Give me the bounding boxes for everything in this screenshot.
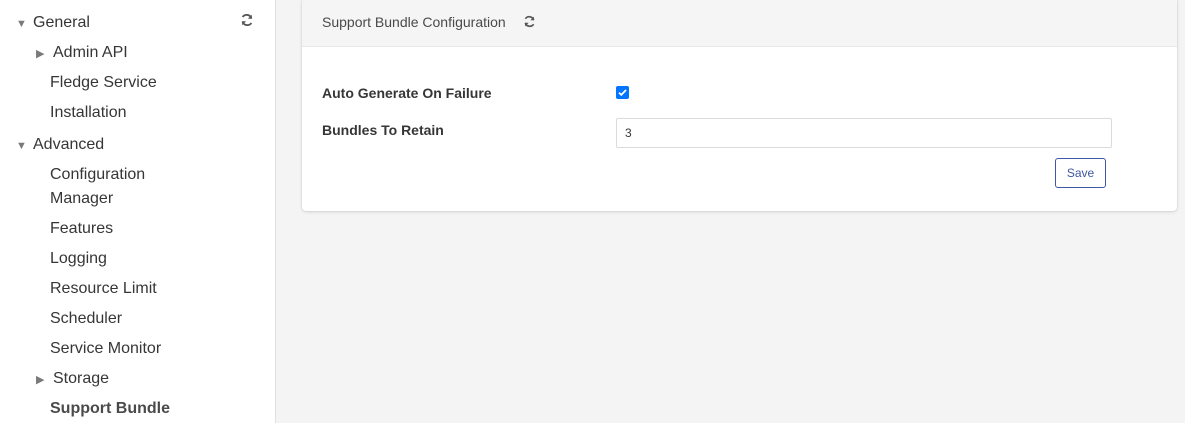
caret-down-icon: ▼ (16, 18, 27, 30)
bundles-to-retain-input[interactable] (616, 118, 1112, 148)
tree-item-resource-limit[interactable]: Resource Limit (50, 279, 157, 299)
tree-item-support-bundle[interactable]: Support Bundle (50, 399, 170, 419)
tree-item-service-monitor[interactable]: Service Monitor (50, 339, 161, 359)
card-title: Support Bundle Configuration (322, 14, 506, 30)
tree-item-label: General (33, 14, 90, 31)
tree-item-label: Fledge Service (50, 74, 157, 91)
tree-item-label: Storage (53, 370, 110, 387)
caret-right-icon: ▶ (36, 48, 45, 60)
tree-item-installation[interactable]: Installation (50, 103, 127, 123)
tree-item-configuration-manager-line2[interactable]: Manager (50, 189, 113, 209)
tree-item-label: Installation (50, 104, 127, 121)
auto-generate-label: Auto Generate On Failure (322, 85, 492, 101)
tree-item-logging[interactable]: Logging (50, 249, 107, 269)
save-button[interactable]: Save (1055, 158, 1106, 188)
refresh-icon[interactable] (240, 13, 254, 27)
sidebar: ▼ General ▶ Admin API Fledge Service Insta… (0, 0, 276, 423)
tree-item-label: Features (50, 220, 114, 237)
tree-item-label: Admin API (53, 44, 128, 61)
refresh-icon[interactable] (523, 15, 536, 28)
tree-item-label: Manager (50, 190, 114, 207)
caret-right-icon: ▶ (36, 374, 45, 386)
tree-item-fledge-service[interactable]: Fledge Service (50, 73, 157, 93)
tree-item-general[interactable]: ▼ General (16, 13, 90, 34)
tree-item-label: Service Monitor (50, 340, 162, 357)
tree-item-admin-api[interactable]: ▶ Admin API (36, 43, 128, 64)
tree-item-label: Scheduler (50, 310, 123, 327)
tree-item-label: Advanced (33, 136, 105, 153)
card-header: Support Bundle Configuration (302, 0, 1177, 47)
tree-item-features[interactable]: Features (50, 219, 113, 239)
tree-item-label: Configuration (50, 166, 146, 183)
tree-item-storage[interactable]: ▶ Storage (36, 369, 109, 390)
tree-item-scheduler[interactable]: Scheduler (50, 309, 122, 329)
tree-item-advanced[interactable]: ▼ Advanced (16, 135, 104, 156)
tree-item-label: Resource Limit (50, 280, 157, 297)
tree-item-label: Logging (50, 250, 107, 267)
tree-item-configuration-manager[interactable]: Configuration (50, 165, 145, 185)
tree-item-label: Support Bundle (50, 400, 170, 417)
config-card: Support Bundle Configuration Auto Genera… (302, 0, 1177, 211)
bundles-to-retain-label: Bundles To Retain (322, 122, 444, 138)
caret-down-icon: ▼ (16, 140, 27, 152)
check-icon (618, 89, 627, 97)
auto-generate-checkbox[interactable] (616, 86, 629, 99)
